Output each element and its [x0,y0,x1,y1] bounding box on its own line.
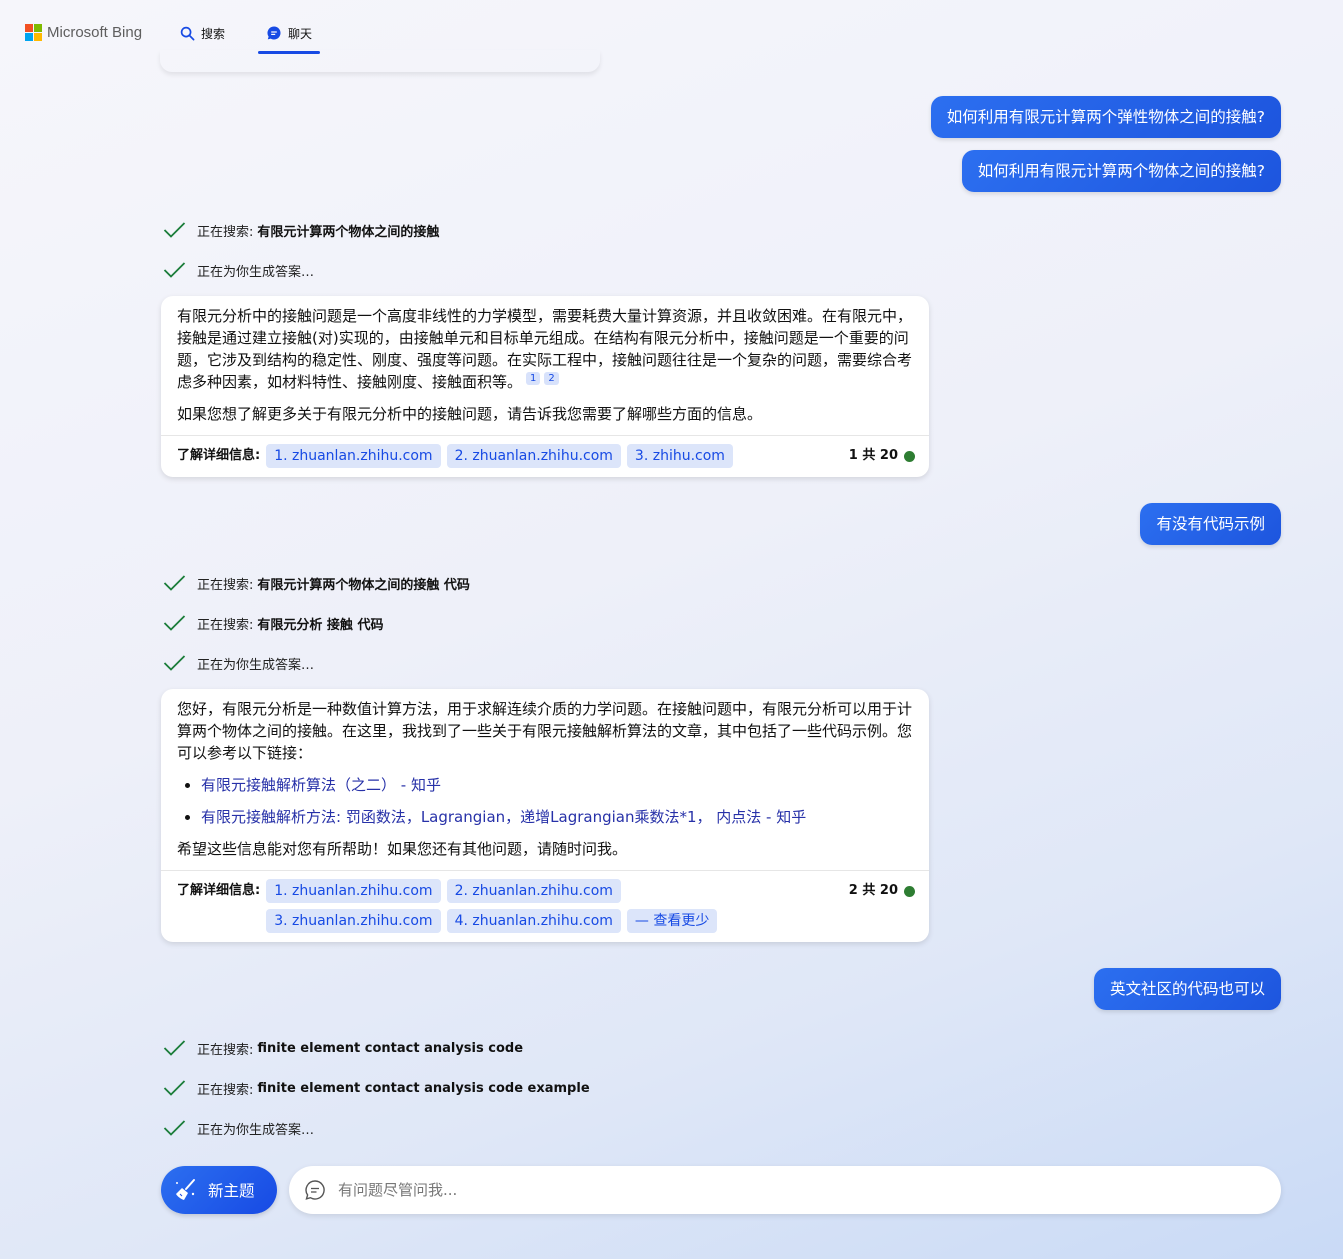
search-status: 正在搜索: 有限元计算两个物体之间的接触 代码 [163,572,470,594]
citation-badge[interactable]: 1 [526,372,541,385]
search-status: 正在搜索: 有限元分析 接触 代码 [163,612,383,634]
source-chips: 1. zhuanlan.zhihu.com 2. zhuanlan.zhihu.… [266,444,756,468]
learn-more-label: 了解详细信息: [177,448,261,463]
checkmark-icon [163,575,186,591]
status-prefix: 正在搜索: [197,1042,254,1058]
chat-input[interactable] [336,1180,1240,1200]
turn-counter: 1 共 20 [849,444,915,468]
answer-paragraph: 您好，有限元分析是一种数值计算方法，用于求解连续介质的力学问题。在接触问题中，有… [177,700,913,762]
turn-counter-text: 1 共 20 [848,448,898,463]
status-query: 有限元计算两个物体之间的接触 [257,224,440,240]
new-topic-button[interactable]: 新主题 [161,1166,277,1214]
source-chip[interactable]: 1. zhuanlan.zhihu.com [266,444,441,468]
source-chip[interactable]: 1. zhuanlan.zhihu.com [266,879,441,903]
top-bar: Microsoft Bing 搜索 聊天 [0,0,1343,56]
checkmark-icon [163,1120,186,1136]
broom-icon [176,1179,195,1200]
status-query: finite element contact analysis code exa… [257,1080,590,1096]
tab-search[interactable]: 搜索 [180,18,225,48]
user-message: 英文社区的代码也可以 [1093,968,1281,1010]
bing-logo[interactable]: Microsoft Bing [25,24,142,41]
status-dot [904,885,915,897]
bot-answer-card: 有限元分析中的接触问题是一个高度非线性的力学模型，需要耗费大量计算资源，并且收敛… [161,296,929,477]
search-icon [180,26,195,40]
source-chip[interactable]: 4. zhuanlan.zhihu.com [446,909,621,933]
answer-paragraph: 有限元分析中的接触问题是一个高度非线性的力学模型，需要耗费大量计算资源，并且收敛… [177,305,913,393]
status-prefix: 正在为你生成答案… [197,657,315,673]
source-chip[interactable]: 3. zhihu.com [626,444,733,468]
checkmark-icon [163,1040,186,1056]
generating-status: 正在为你生成答案… [163,1117,314,1139]
chat-bubble-icon [305,1180,325,1200]
status-prefix: 正在为你生成答案… [197,264,315,280]
see-less-button[interactable]: — 查看更少 [626,909,718,933]
bot-answer-card: 您好，有限元分析是一种数值计算方法，用于求解连续介质的力学问题。在接触问题中，有… [161,689,929,942]
user-message: 有没有代码示例 [1140,503,1281,545]
answer-paragraph: 如果您想了解更多关于有限元分析中的接触问题，请告诉我您需要了解哪些方面的信息。 [177,405,763,423]
search-status: 正在搜索: finite element contact analysis cod… [163,1037,523,1059]
new-topic-label: 新主题 [208,1182,255,1200]
checkmark-icon [163,655,186,671]
list-item: 有限元接触解析方法: 罚函数法，Lagrangian，递增Lagrangian乘… [201,806,913,828]
checkmark-icon [163,615,186,631]
tab-chat-label: 聊天 [287,26,312,41]
previous-card-edge [160,50,600,72]
tab-chat[interactable]: 聊天 [258,18,320,48]
checkmark-icon [163,222,186,238]
article-link[interactable]: 有限元接触解析算法（之二） - 知乎 [201,776,441,794]
answer-body: 有限元分析中的接触问题是一个高度非线性的力学模型，需要耗费大量计算资源，并且收敛… [161,296,929,425]
status-prefix: 正在搜索: [197,577,254,593]
turn-counter-text: 2 共 20 [848,883,898,898]
turn-counter: 2 共 20 [849,879,915,903]
brand-name: Microsoft Bing [47,24,143,41]
chat-icon [267,26,281,40]
article-link[interactable]: 有限元接触解析方法: 罚函数法，Lagrangian，递增Lagrangian乘… [201,808,806,826]
source-chips: 1. zhuanlan.zhihu.com 2. zhuanlan.zhihu.… [266,879,756,933]
status-prefix: 正在搜索: [197,224,254,240]
learn-more-footer: 了解详细信息: 1. zhuanlan.zhihu.com 2. zhuanla… [161,435,929,477]
generating-status: 正在为你生成答案… [163,652,314,674]
checkmark-icon [163,262,186,278]
search-status: 正在搜索: 有限元计算两个物体之间的接触 [163,219,439,241]
source-chip[interactable]: 2. zhuanlan.zhihu.com [446,879,621,903]
list-item: 有限元接触解析算法（之二） - 知乎 [201,774,913,796]
user-message: 如何利用有限元计算两个物体之间的接触? [961,150,1281,192]
status-query: finite element contact analysis code [257,1040,524,1056]
user-message: 如何利用有限元计算两个弹性物体之间的接触? [930,96,1281,138]
source-chip[interactable]: 2. zhuanlan.zhihu.com [446,444,621,468]
answer-paragraph: 希望这些信息能对您有所帮助！如果您还有其他问题，请随时问我。 [177,840,628,858]
status-query: 有限元计算两个物体之间的接触 代码 [257,577,470,593]
status-dot [904,450,915,462]
learn-more-footer: 了解详细信息: 1. zhuanlan.zhihu.com 2. zhuanla… [161,870,929,942]
citation-badge[interactable]: 2 [544,372,559,385]
learn-more-label: 了解详细信息: [177,883,261,898]
status-prefix: 正在为你生成答案… [197,1122,315,1138]
chat-input-box[interactable] [289,1166,1281,1214]
status-query: 有限元分析 接触 代码 [257,617,384,633]
checkmark-icon [163,1080,186,1096]
search-status: 正在搜索: finite element contact analysis cod… [163,1077,590,1099]
status-prefix: 正在搜索: [197,617,254,633]
source-chip[interactable]: 3. zhuanlan.zhihu.com [266,909,441,933]
generating-status: 正在为你生成答案… [163,259,314,281]
tab-search-label: 搜索 [201,26,226,41]
link-list: 有限元接触解析算法（之二） - 知乎 有限元接触解析方法: 罚函数法，Lagra… [177,774,913,828]
status-prefix: 正在搜索: [197,1082,254,1098]
answer-body: 您好，有限元分析是一种数值计算方法，用于求解连续介质的力学问题。在接触问题中，有… [161,689,929,860]
microsoft-logo-icon [25,24,42,41]
